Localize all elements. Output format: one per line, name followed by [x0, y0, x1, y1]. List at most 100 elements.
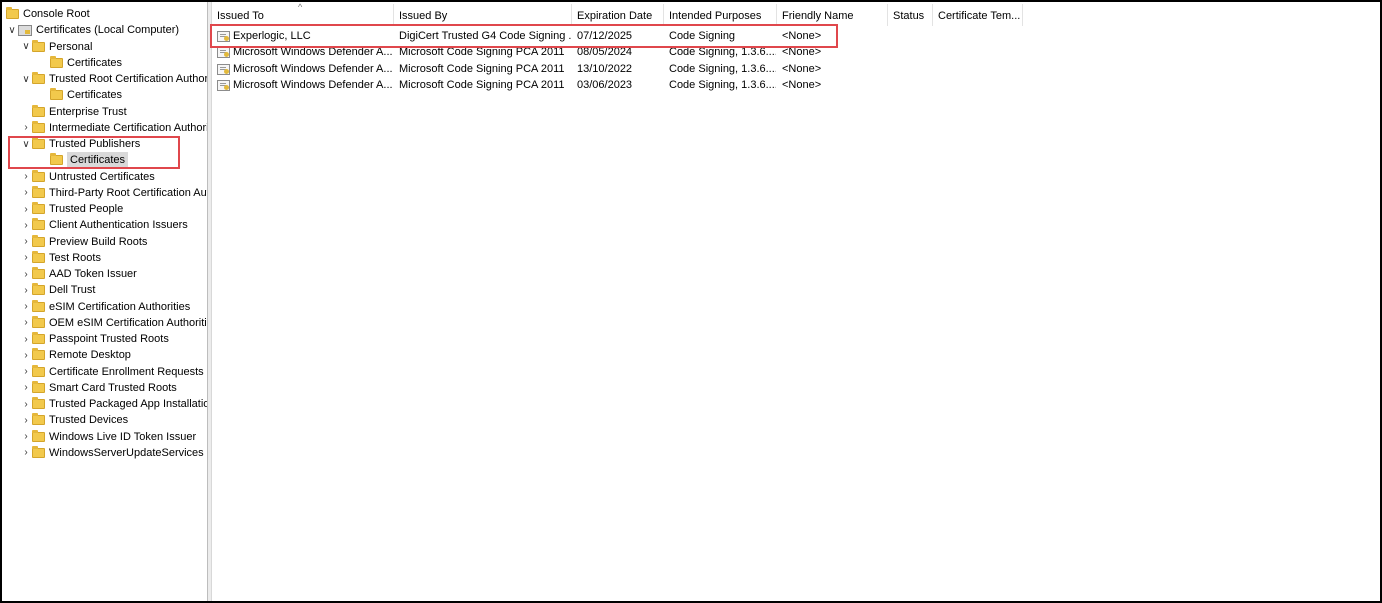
chevron-right-icon[interactable]: › — [20, 282, 32, 298]
chevron-down-icon[interactable]: ∨ — [20, 71, 32, 87]
chevron-right-icon[interactable]: › — [20, 412, 32, 428]
tree-item-label: Test Roots — [49, 251, 101, 264]
chevron-right-icon[interactable]: › — [20, 169, 32, 185]
column-header[interactable]: Issued By — [394, 4, 572, 26]
tree-item-label: Trusted People — [49, 203, 124, 215]
cell: Microsoft Code Signing PCA 2011 — [399, 46, 565, 59]
chevron-right-icon[interactable]: › — [20, 445, 32, 461]
folder-icon — [32, 202, 45, 214]
cell: 03/06/2023 — [577, 79, 633, 92]
tree-item-label: Trusted Publishers — [49, 138, 141, 150]
tree-item[interactable]: › Remote Desktop — [20, 347, 131, 363]
chevron-right-icon[interactable]: › — [20, 250, 32, 266]
column-header-label: Issued To — [217, 10, 264, 22]
tree-item-label: AAD Token Issuer — [49, 268, 137, 280]
tree-item-label: Certificate Enrollment Requests — [49, 365, 204, 378]
tree-item[interactable]: › Preview Build Roots — [20, 234, 147, 250]
tree-item-label: Certificates — [67, 152, 129, 169]
tree-item[interactable]: › Third-Party Root Certification Authorit… — [20, 185, 207, 201]
tree-item[interactable]: ∨ Personal — [20, 39, 92, 55]
certificate-list[interactable]: ^ Issued To Issued By Expiration Date Inten… — [212, 2, 1380, 601]
cell — [938, 77, 1022, 94]
chevron-right-icon[interactable]: › — [20, 315, 32, 331]
cell: Code Signing — [669, 30, 736, 42]
chevron-down-icon[interactable]: ∨ — [6, 22, 18, 38]
chevron-right-icon[interactable]: › — [20, 201, 32, 217]
tree-item[interactable]: › Client Authentication Issuers — [20, 217, 188, 233]
tree-item[interactable]: Enterprise Trust — [20, 104, 127, 120]
column-header[interactable]: Issued To — [212, 4, 394, 26]
tree-item[interactable]: › Passpoint Trusted Roots — [20, 331, 169, 347]
cell: 08/05/2024 — [577, 46, 633, 59]
tree-item-label: Trusted Packaged App Installation Author… — [49, 398, 207, 410]
tree-item[interactable]: ∨ Trusted Publishers — [20, 136, 140, 152]
column-header[interactable]: Certificate Tem... — [933, 4, 1023, 26]
chevron-right-icon[interactable]: › — [20, 120, 32, 136]
certificate-row[interactable]: Microsoft Windows Defender A... Microsoft… — [212, 44, 1212, 61]
tree-item[interactable]: › Smart Card Trusted Roots — [20, 380, 177, 396]
chevron-right-icon[interactable]: › — [20, 396, 32, 412]
tree-item[interactable]: ∨ Trusted Root Certification Authorities — [20, 71, 207, 87]
tree-item[interactable]: › AAD Token Issuer — [20, 266, 137, 282]
certificate-row[interactable]: Microsoft Windows Defender A... Microsoft… — [212, 61, 1212, 78]
chevron-right-icon[interactable]: › — [20, 234, 32, 250]
tree-item[interactable]: › Trusted Packaged App Installation Autho… — [20, 396, 207, 412]
column-header-label: Status — [893, 10, 925, 22]
tree-item-label: OEM eSIM Certification Authorities — [49, 316, 207, 329]
folder-icon — [32, 218, 45, 231]
certificate-icon — [217, 80, 230, 92]
cell — [893, 28, 932, 45]
tree-item[interactable]: › Trusted People — [20, 201, 123, 217]
cell: Microsoft Code Signing PCA 2011 — [399, 79, 565, 92]
folder-icon — [50, 153, 63, 166]
tree-item-label: Console Root — [23, 8, 90, 20]
tree-item[interactable]: Certificates — [38, 152, 129, 169]
cell: <None> — [782, 79, 822, 92]
column-header[interactable]: Friendly Name — [777, 4, 888, 26]
cell: 07/12/2025 — [577, 30, 633, 42]
chevron-right-icon[interactable]: › — [20, 266, 32, 282]
chevron-right-icon[interactable]: › — [20, 185, 32, 201]
chevron-down-icon[interactable]: ∨ — [20, 39, 32, 55]
tree-item[interactable]: › WindowsServerUpdateServices — [20, 445, 204, 461]
tree-item[interactable]: › Certificate Enrollment Requests — [20, 364, 204, 380]
tree-item[interactable]: › Windows Live ID Token Issuer — [20, 429, 196, 445]
folder-icon — [6, 7, 19, 19]
tree-item-label: Untrusted Certificates — [49, 170, 155, 183]
column-header[interactable]: Expiration Date — [572, 4, 664, 26]
chevron-down-icon[interactable]: ∨ — [20, 136, 32, 152]
chevron-right-icon[interactable]: › — [20, 429, 32, 445]
tree-item[interactable]: › Untrusted Certificates — [20, 169, 155, 185]
tree-item[interactable]: › Test Roots — [20, 250, 101, 266]
chevron-right-icon[interactable]: › — [20, 347, 32, 363]
tree-item[interactable]: › eSIM Certification Authorities — [20, 299, 190, 315]
console-tree[interactable]: Console Root ∨ Certificates (Local Compute… — [2, 2, 207, 601]
cell: Code Signing, 1.3.6.... — [669, 46, 776, 59]
chevron-right-icon[interactable]: › — [20, 331, 32, 347]
folder-icon — [32, 364, 45, 377]
tree-item[interactable]: › Intermediate Certification Authorities — [20, 120, 207, 136]
chevron-right-icon[interactable]: › — [20, 380, 32, 396]
tree-item[interactable]: Certificates — [38, 55, 122, 71]
column-header[interactable]: Intended Purposes — [664, 4, 777, 26]
tree-item[interactable]: › OEM eSIM Certification Authorities — [20, 315, 207, 331]
certificate-row[interactable]: Microsoft Windows Defender A... Microsoft… — [212, 77, 1212, 94]
folder-icon — [32, 169, 45, 182]
cell: <None> — [782, 62, 822, 75]
tree-item[interactable]: Certificates — [38, 87, 122, 103]
tree-item[interactable]: ∨ Certificates (Local Computer) — [6, 22, 179, 38]
chevron-right-icon[interactable]: › — [20, 364, 32, 380]
column-header-label: Expiration Date — [577, 10, 653, 22]
certificate-row[interactable]: Experlogic, LLC DigiCert Trusted G4 Code … — [212, 28, 1212, 45]
tree-item[interactable]: › Trusted Devices — [20, 412, 128, 428]
tree-item-label: Third-Party Root Certification Authoriti… — [49, 186, 207, 199]
chevron-right-icon[interactable]: › — [20, 217, 32, 233]
chevron-right-icon[interactable]: › — [20, 299, 32, 315]
tree-item[interactable]: › Dell Trust — [20, 282, 95, 298]
tree-item-label: Smart Card Trusted Roots — [49, 381, 177, 394]
cell: DigiCert Trusted G4 Code Signing ... — [399, 30, 571, 42]
column-header[interactable]: Status — [888, 4, 933, 26]
cell — [938, 44, 1022, 61]
tree-item[interactable]: Console Root — [6, 6, 90, 22]
